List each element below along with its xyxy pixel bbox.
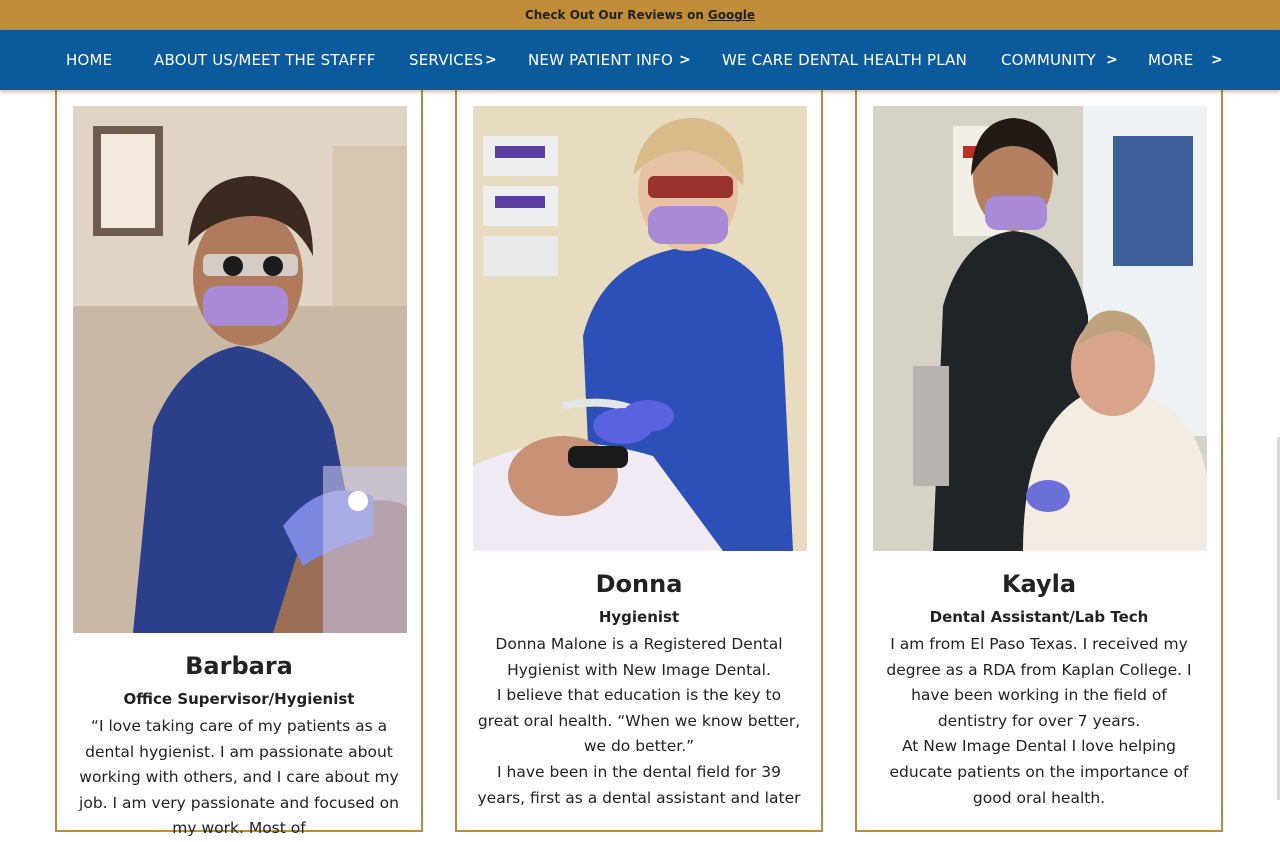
staff-photo-barbara: [73, 106, 407, 633]
nav-about-us[interactable]: ABOUT US/MEET THE STAFFF: [154, 30, 376, 90]
staff-bio: “I love taking care of my patients as a …: [77, 714, 401, 842]
google-reviews-link[interactable]: Google: [708, 8, 755, 22]
staff-name: Kayla: [1001, 570, 1077, 598]
new-patient-chevron-icon[interactable]: >: [679, 30, 691, 90]
nav-community[interactable]: COMMUNITY: [1001, 30, 1096, 90]
staff-role: Dental Assistant/Lab Tech: [929, 608, 1149, 626]
staff-role: Office Supervisor/Hygienist: [123, 690, 355, 708]
nav-services[interactable]: SERVICES: [409, 30, 483, 90]
bio-paragraph: “I love taking care of my patients as a …: [79, 717, 399, 838]
announcement-text: Check Out Our Reviews on: [524, 8, 704, 22]
bio-paragraph: I believe that education is the key to g…: [477, 686, 801, 756]
staff-name: Barbara: [185, 652, 293, 680]
more-chevron-icon[interactable]: >: [1211, 30, 1223, 90]
staff-card-kayla: Kayla Dental Assistant/Lab Tech I am fro…: [855, 90, 1223, 832]
staff-card-barbara: Barbara Office Supervisor/Hygienist “I l…: [55, 90, 423, 837]
nav-new-patient-info[interactable]: NEW PATIENT INFO: [528, 30, 673, 90]
staff-photo-kayla: [873, 106, 1207, 551]
staff-photo-donna: [473, 106, 807, 551]
staff-bio: Donna Malone is a Registered Dental Hygi…: [477, 632, 801, 811]
main-nav: HOME ABOUT US/MEET THE STAFFF SERVICES >…: [0, 30, 1280, 90]
staff-role: Hygienist: [598, 608, 680, 626]
bio-paragraph: Donna Malone is a Registered Dental Hygi…: [495, 635, 783, 679]
bio-paragraph: I have been in the dental field for 39 y…: [477, 762, 801, 807]
staff-bio: I am from El Paso Texas. I received my d…: [877, 632, 1201, 811]
announcement-bar: Check Out Our Reviews on Google: [0, 0, 1280, 30]
nav-dental-health-plan[interactable]: WE CARE DENTAL HEALTH PLAN: [722, 30, 967, 90]
services-chevron-icon[interactable]: >: [485, 30, 497, 90]
nav-home[interactable]: HOME: [66, 30, 112, 90]
community-chevron-icon[interactable]: >: [1106, 30, 1118, 90]
staff-name: Donna: [595, 570, 683, 598]
staff-card-donna: Donna Hygienist Donna Malone is a Regist…: [455, 90, 823, 832]
bio-paragraph: I am from El Paso Texas. I received my d…: [886, 635, 1192, 730]
nav-more[interactable]: MORE: [1148, 30, 1193, 90]
